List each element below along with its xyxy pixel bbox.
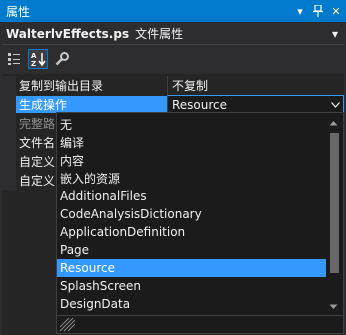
property-name: 生成操作 <box>16 96 167 113</box>
scrollbar-thumb[interactable] <box>330 133 339 273</box>
property-value[interactable]: 不复制 <box>167 76 344 95</box>
dropdown-option[interactable]: ApplicationDefinition <box>57 223 327 241</box>
alphabetical-button[interactable]: A Z <box>28 49 48 69</box>
categorized-button[interactable] <box>4 49 24 69</box>
pin-icon[interactable] <box>310 3 326 19</box>
dropdown-option[interactable]: 无 <box>57 115 327 133</box>
dropdown-scrollbar[interactable] <box>326 113 343 315</box>
object-selector[interactable]: WalterlvEffects.ps 文件属性 ▾ <box>2 23 344 45</box>
build-action-value: Resource <box>172 97 228 112</box>
dropdown-option-selected[interactable]: Resource <box>57 259 327 277</box>
svg-text:Z: Z <box>31 60 36 67</box>
scroll-down-icon[interactable] <box>329 299 338 313</box>
svg-text:A: A <box>31 52 37 60</box>
dropdown-option[interactable]: Page <box>57 241 327 259</box>
categorized-icon <box>8 53 20 65</box>
resize-grip-icon <box>59 317 75 332</box>
properties-toolbar: A Z <box>0 46 346 72</box>
property-name: 复制到输出目录 <box>19 79 104 93</box>
alphabetical-sort-icon: A Z <box>31 52 46 67</box>
dropdown-resize-grip[interactable] <box>57 315 343 333</box>
scroll-up-icon[interactable] <box>329 115 338 129</box>
wrench-icon <box>55 52 69 66</box>
property-row-copy-to-output[interactable]: 复制到输出目录 不复制 <box>2 76 344 95</box>
properties-panel-titlebar: 属性 ▾ ✕ <box>0 0 346 22</box>
object-type: 文件属性 <box>135 27 184 41</box>
build-action-dropdown-list[interactable]: 无 编译 内容 嵌入的资源 AdditionalFiles CodeAnalys… <box>56 112 344 334</box>
dropdown-option[interactable]: SplashScreen <box>57 277 327 295</box>
dropdown-option[interactable]: AdditionalFiles <box>57 187 327 205</box>
dropdown-option[interactable]: 内容 <box>57 151 327 169</box>
chevron-down-icon[interactable] <box>327 96 343 113</box>
window-position-dropdown-icon[interactable]: ▾ <box>292 3 308 19</box>
property-pages-button[interactable] <box>52 49 72 69</box>
dropdown-option[interactable]: 编译 <box>57 133 327 151</box>
panel-title: 属性 <box>6 4 31 19</box>
dropdown-option[interactable]: DesignData <box>57 295 327 313</box>
dropdown-option[interactable]: CodeAnalysisDictionary <box>57 205 327 223</box>
dropdown-option[interactable]: 嵌入的资源 <box>57 169 327 187</box>
object-name: WalterlvEffects.ps <box>6 26 130 41</box>
chevron-down-icon[interactable]: ▾ <box>332 27 338 41</box>
close-icon[interactable]: ✕ <box>328 3 344 19</box>
